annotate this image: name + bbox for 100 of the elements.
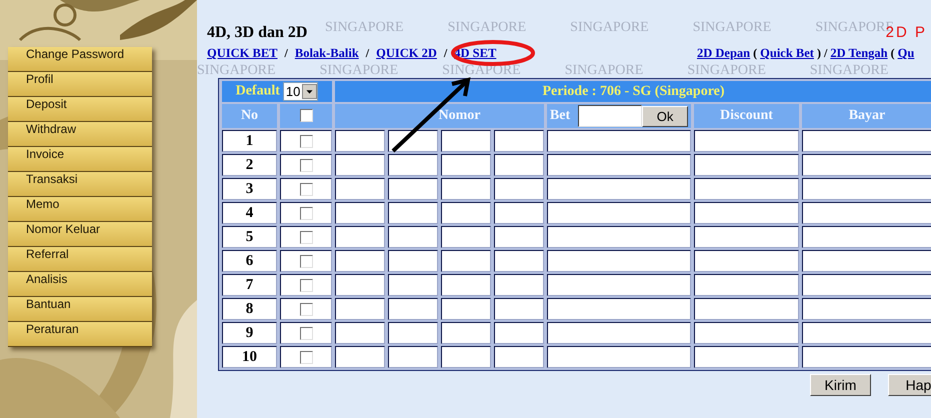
number-input[interactable] <box>441 322 491 344</box>
number-input[interactable] <box>441 274 491 296</box>
column-header: Nomor <box>335 104 544 128</box>
number-input[interactable] <box>441 226 491 248</box>
row-checkbox[interactable] <box>300 182 312 196</box>
number-input[interactable] <box>494 178 544 200</box>
menu-item[interactable]: Referral <box>8 247 152 272</box>
background-text: SINGAPORE <box>197 62 276 79</box>
column-header: No <box>222 104 277 128</box>
number-input[interactable] <box>388 298 438 320</box>
menu-item[interactable]: Analisis <box>8 272 152 297</box>
nav-link[interactable]: 2D Depan <box>697 46 750 61</box>
menu-item[interactable]: Transaksi <box>8 172 152 197</box>
nav-link[interactable]: Quick Bet <box>760 46 814 61</box>
number-input[interactable] <box>388 346 438 368</box>
column-header: Discount <box>694 104 799 128</box>
number-input[interactable] <box>335 202 385 224</box>
nav-link[interactable]: 2D Tengah <box>830 46 888 61</box>
number-input[interactable] <box>494 322 544 344</box>
number-input[interactable] <box>441 298 491 320</box>
number-input[interactable] <box>335 250 385 272</box>
rows-select[interactable]: 10 <box>282 82 318 101</box>
row-checkbox[interactable] <box>300 302 312 316</box>
number-input[interactable] <box>335 346 385 368</box>
bet-input[interactable] <box>578 105 642 127</box>
number-input[interactable] <box>388 250 438 272</box>
background-text: SINGAPORE <box>325 19 404 36</box>
number-input[interactable] <box>441 250 491 272</box>
menu-item[interactable]: Deposit <box>8 97 152 122</box>
number-input[interactable] <box>335 130 385 152</box>
number-input[interactable] <box>335 274 385 296</box>
number-input[interactable] <box>441 178 491 200</box>
default-label: Default <box>236 84 280 99</box>
number-input[interactable] <box>335 322 385 344</box>
menu-item[interactable]: Invoice <box>8 147 152 172</box>
select-all-checkbox[interactable] <box>300 109 312 122</box>
background-text: SINGAPORE <box>687 62 766 79</box>
row-checkbox[interactable] <box>300 158 312 172</box>
nav-link[interactable]: QUICK BET <box>207 46 278 61</box>
ok-button[interactable]: Ok <box>642 106 688 126</box>
nav-link[interactable]: Bolak-Balik <box>294 46 359 61</box>
separator: ) <box>816 46 821 61</box>
number-input[interactable] <box>388 274 438 296</box>
number-input[interactable] <box>494 298 544 320</box>
row-checkbox[interactable] <box>300 326 312 340</box>
menu-item[interactable]: Bantuan <box>8 297 152 322</box>
menu-item[interactable]: Change Password <box>8 47 152 72</box>
row-number: 3 <box>222 178 277 200</box>
menu-item[interactable]: Memo <box>8 197 152 222</box>
number-input[interactable] <box>494 154 544 176</box>
row-checkbox[interactable] <box>300 206 312 220</box>
row-number: 7 <box>222 274 277 296</box>
number-input[interactable] <box>494 226 544 248</box>
page-title: 4D, 3D dan 2D <box>207 24 308 42</box>
bet-label: Bet <box>550 108 570 124</box>
background-text: SINGAPORE <box>810 62 888 79</box>
row-number: 8 <box>222 298 277 320</box>
number-input[interactable] <box>388 322 438 344</box>
number-input[interactable] <box>441 154 491 176</box>
nav-link[interactable]: Qu <box>898 46 914 61</box>
menu-item[interactable]: Nomor Keluar <box>8 222 152 247</box>
background-text: SINGAPORE <box>320 62 398 79</box>
number-input[interactable] <box>388 202 438 224</box>
background-text: SINGAPORE <box>564 62 644 79</box>
number-input[interactable] <box>335 298 385 320</box>
form-button[interactable]: Hap <box>888 374 931 396</box>
nav-link[interactable]: QUICK 2D <box>376 46 437 61</box>
period-header: Periode : 706 - SG (Singapore) <box>335 81 931 102</box>
number-input[interactable] <box>441 202 491 224</box>
separator: / <box>366 46 370 61</box>
number-input[interactable] <box>335 154 385 176</box>
row-number: 5 <box>222 226 277 248</box>
number-input[interactable] <box>494 202 544 224</box>
row-number: 6 <box>222 250 277 272</box>
background-text: SINGAPORE <box>570 19 649 36</box>
menu-item[interactable]: Profil <box>8 72 152 97</box>
row-checkbox[interactable] <box>300 230 312 244</box>
menu-item[interactable]: Peraturan <box>8 322 152 347</box>
separator: ( <box>753 46 758 61</box>
row-checkbox[interactable] <box>300 278 312 292</box>
background-text: SINGAPORE <box>448 19 526 36</box>
number-input[interactable] <box>494 346 544 368</box>
number-input[interactable] <box>441 130 491 152</box>
separator: ( <box>890 46 895 61</box>
row-number: 2 <box>222 154 277 176</box>
number-input[interactable] <box>494 130 544 152</box>
number-input[interactable] <box>441 346 491 368</box>
number-input[interactable] <box>388 178 438 200</box>
row-checkbox[interactable] <box>300 134 312 148</box>
row-checkbox[interactable] <box>300 350 312 364</box>
number-input[interactable] <box>494 250 544 272</box>
row-number: 1 <box>222 130 277 152</box>
number-input[interactable] <box>388 154 438 176</box>
number-input[interactable] <box>388 226 438 248</box>
number-input[interactable] <box>335 226 385 248</box>
number-input[interactable] <box>335 178 385 200</box>
row-checkbox[interactable] <box>300 254 312 268</box>
number-input[interactable] <box>494 274 544 296</box>
form-button[interactable]: Kirim <box>810 374 871 396</box>
menu-item[interactable]: Withdraw <box>8 122 152 147</box>
